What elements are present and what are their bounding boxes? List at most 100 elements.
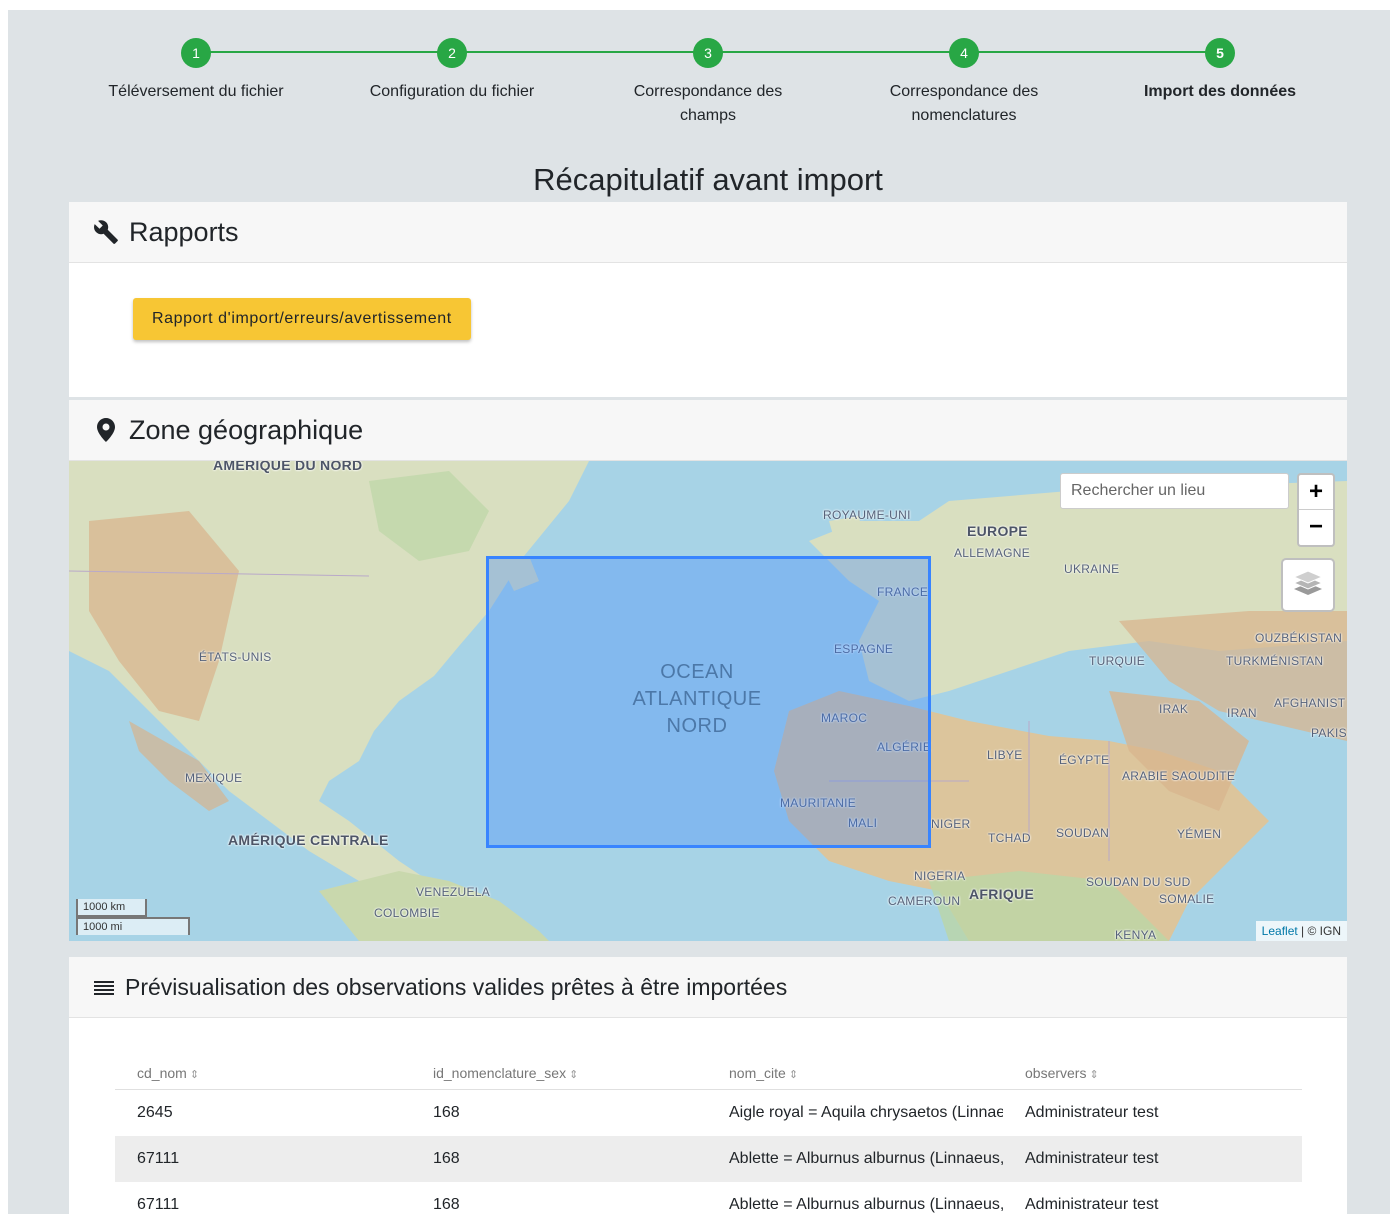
geo-zone-card: Zone géographique AMÉRIQUE DU NORD ROYAU… xyxy=(69,400,1347,941)
map-label-amerique-centrale: AMÉRIQUE CENTRALE xyxy=(228,832,389,848)
map-label-nigeria: NIGERIA xyxy=(914,869,966,883)
map-label-iran: IRAN xyxy=(1227,706,1257,720)
map-scale: 1000 km 1000 mi xyxy=(76,899,190,935)
column-header-nom-cite[interactable]: nom_cite ⇕ xyxy=(707,1065,1003,1081)
step-2[interactable]: 2 Configuration du fichier xyxy=(352,38,552,104)
table-header: cd_nom ⇕ id_nomenclature_sex ⇕ nom_cite ⇕ o… xyxy=(115,1056,1302,1090)
list-icon xyxy=(93,974,115,1000)
map-label-ocean: OCEAN ATLANTIQUE NORD xyxy=(632,661,762,737)
sort-icon: ⇕ xyxy=(189,1068,200,1081)
step-4-label: Correspondance des nomenclatures xyxy=(889,83,1039,124)
map-label-kenya: KENYA xyxy=(1115,928,1157,941)
column-header-cd-nom[interactable]: cd_nom ⇕ xyxy=(115,1065,411,1081)
map-label-arabie: ARABIE SAOUDITE xyxy=(1122,769,1236,783)
map-label-libye: LIBYE xyxy=(987,748,1023,762)
map-label-afghanistan: AFGHANIST xyxy=(1274,696,1346,710)
step-3[interactable]: 3 Correspondance des champs xyxy=(608,38,808,128)
map-label-europe: EUROPE xyxy=(967,523,1028,539)
step-1[interactable]: 1 Téléversement du fichier xyxy=(96,38,296,104)
geo-zone-card-header: Zone géographique xyxy=(69,400,1347,461)
map-label-egypte: ÉGYPTE xyxy=(1059,753,1110,767)
zoom-control: + − xyxy=(1297,473,1335,547)
cell-cd-nom: 2645 xyxy=(137,1104,173,1121)
sort-icon: ⇕ xyxy=(788,1068,799,1081)
map-attribution: Leaflet | © IGN xyxy=(1255,921,1347,941)
map-label-ouzbekistan: OUZBÉKISTAN xyxy=(1255,631,1343,645)
step-5[interactable]: 5 Import des données xyxy=(1120,38,1320,104)
step-5-number: 5 xyxy=(1205,38,1235,68)
map-label-amerique-nord: AMÉRIQUE DU NORD xyxy=(213,461,363,473)
cell-observers: Administrateur test xyxy=(1025,1196,1159,1213)
map-label-afrique: AFRIQUE xyxy=(969,886,1035,902)
map-label-allemagne: ALLEMAGNE xyxy=(954,546,1031,560)
scale-km: 1000 km xyxy=(76,899,147,917)
preview-table: cd_nom ⇕ id_nomenclature_sex ⇕ nom_cite ⇕ o… xyxy=(115,1056,1302,1214)
map-label-etats-unis: ÉTATS-UNIS xyxy=(199,650,272,664)
map-marker-icon xyxy=(93,417,119,443)
place-search-input[interactable] xyxy=(1060,473,1289,509)
map-label-royaume-uni: ROYAUME-UNI xyxy=(823,508,911,522)
cell-nom-cite: Ablette = Alburnus alburnus (Linnaeus, 1… xyxy=(729,1196,1003,1213)
step-1-number: 1 xyxy=(181,38,211,68)
cell-cd-nom: 67111 xyxy=(137,1150,180,1167)
table-row[interactable]: 2645 168 Aigle royal = Aquila chrysaetos… xyxy=(115,1090,1302,1136)
zoom-out-button[interactable]: − xyxy=(1299,510,1333,545)
map-label-pakistan: PAKIS xyxy=(1311,726,1347,740)
map-label-colombie: COLOMBIE xyxy=(374,906,440,920)
cell-id-nomenclature-sex: 168 xyxy=(433,1196,460,1213)
preview-card: Prévisualisation des observations valide… xyxy=(69,957,1347,1214)
preview-card-title: Prévisualisation des observations valide… xyxy=(125,973,788,1000)
zoom-in-button[interactable]: + xyxy=(1299,475,1333,510)
cell-observers: Administrateur test xyxy=(1025,1150,1159,1167)
map-label-irak: IRAK xyxy=(1159,702,1189,716)
cell-nom-cite: Aigle royal = Aquila chrysaetos (Linnaeu… xyxy=(729,1104,1003,1121)
step-2-label: Configuration du fichier xyxy=(369,83,535,100)
layers-icon xyxy=(1292,569,1324,602)
geo-zone-card-title: Zone géographique xyxy=(129,414,364,445)
step-5-label: Import des données xyxy=(1143,83,1297,100)
map-label-ukraine: UKRAINE xyxy=(1064,562,1120,576)
map-label-somalie: SOMALIE xyxy=(1159,892,1215,906)
page-title: Récapitulatif avant import xyxy=(533,162,883,197)
table-row[interactable]: 67111 168 Ablette = Alburnus alburnus (L… xyxy=(115,1182,1302,1214)
map-view[interactable]: AMÉRIQUE DU NORD ROYAUME-UNI EUROPE ALLE… xyxy=(69,461,1347,941)
map-label-turkmenistan: TURKMÉNISTAN xyxy=(1226,654,1324,668)
sort-icon: ⇕ xyxy=(569,1068,579,1081)
reports-card-header: Rapports xyxy=(69,202,1347,263)
attribution-text: | © IGN xyxy=(1297,924,1341,938)
reports-card: Rapports Rapport d'import/erreurs/averti… xyxy=(69,202,1347,397)
map-label-mexique: MEXIQUE xyxy=(185,771,243,785)
cell-observers: Administrateur test xyxy=(1025,1104,1159,1121)
sort-icon: ⇕ xyxy=(1089,1068,1099,1081)
step-4[interactable]: 4 Correspondance des nomenclatures xyxy=(864,38,1064,128)
preview-card-header: Prévisualisation des observations valide… xyxy=(69,957,1347,1018)
cell-id-nomenclature-sex: 168 xyxy=(433,1104,460,1121)
column-header-observers[interactable]: observers ⇕ xyxy=(1003,1065,1302,1081)
cell-cd-nom: 67111 xyxy=(137,1196,180,1213)
leaflet-link[interactable]: Leaflet xyxy=(1262,924,1298,938)
cell-id-nomenclature-sex: 168 xyxy=(433,1150,460,1167)
cell-nom-cite: Ablette = Alburnus alburnus (Linnaeus, 1… xyxy=(729,1150,1003,1167)
map-label-venezuela: VENEZUELA xyxy=(416,885,491,899)
map-label-soudan: SOUDAN xyxy=(1056,826,1110,840)
reports-card-title: Rapports xyxy=(129,216,239,247)
wrench-icon xyxy=(93,219,119,245)
page-container: 1 Téléversement du fichier 2 Configurati… xyxy=(8,10,1390,1214)
layers-button[interactable] xyxy=(1281,558,1335,612)
import-report-button[interactable]: Rapport d'import/erreurs/avertissement xyxy=(133,298,471,340)
scale-mi: 1000 mi xyxy=(76,917,190,935)
step-1-label: Téléversement du fichier xyxy=(108,83,284,100)
map-label-soudan-sud: SOUDAN DU SUD xyxy=(1086,875,1191,889)
import-stepper: 1 Téléversement du fichier 2 Configurati… xyxy=(8,10,1390,140)
map-label-niger: NIGER xyxy=(931,817,971,831)
step-2-number: 2 xyxy=(437,38,467,68)
map-label-tchad: TCHAD xyxy=(988,831,1031,845)
map-label-yemen: YÉMEN xyxy=(1177,827,1222,841)
map-label-cameroun: CAMEROUN xyxy=(888,894,961,908)
column-header-id-nomenclature-sex[interactable]: id_nomenclature_sex ⇕ xyxy=(411,1065,707,1081)
step-3-number: 3 xyxy=(693,38,723,68)
step-3-label: Correspondance des champs xyxy=(633,83,783,124)
map-label-turquie: TURQUIE xyxy=(1089,654,1146,668)
table-row[interactable]: 67111 168 Ablette = Alburnus alburnus (L… xyxy=(115,1136,1302,1182)
step-4-number: 4 xyxy=(949,38,979,68)
